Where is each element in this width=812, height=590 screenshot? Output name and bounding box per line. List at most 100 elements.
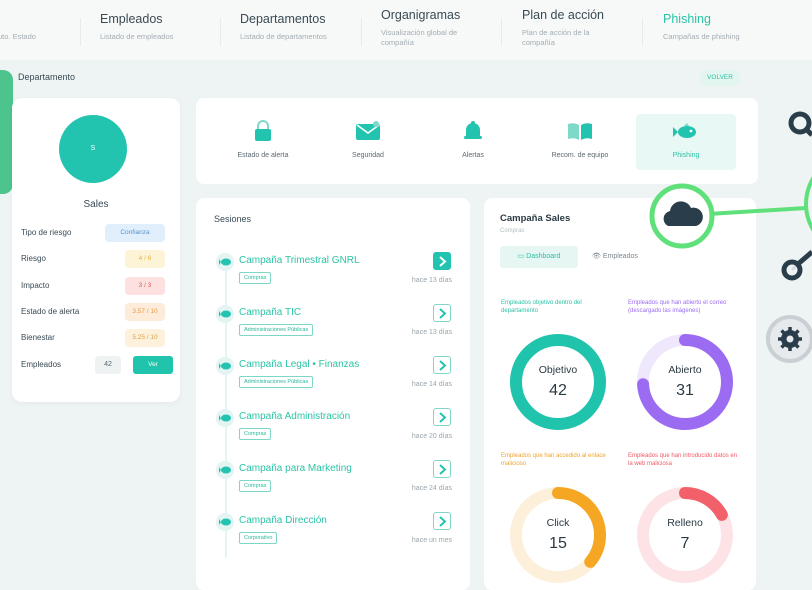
tab-employees[interactable]: 👁 Empleados — [592, 246, 638, 268]
row-label: Impacto — [21, 281, 50, 290]
eye-icon: 👁 — [592, 253, 603, 260]
employees-count: 42 — [95, 356, 121, 374]
nav-title: Departamentos — [240, 12, 326, 26]
tab-label: Empleados — [602, 253, 638, 260]
alert-state-row: Estado de alerta 3.57 / 10 — [21, 303, 171, 321]
nav-title: Phishing — [663, 12, 711, 26]
metric-value: 7 — [680, 535, 690, 552]
nav-divider — [501, 18, 502, 46]
session-item[interactable]: Campaña Administración Compras hace 20 d… — [216, 408, 456, 452]
nav-item-organigramas[interactable]: Organigramas Visualización global de com… — [381, 8, 481, 48]
session-time: hace un mes — [411, 537, 452, 544]
row-label: Empleados — [21, 360, 62, 369]
wellbeing-row: Bienestar 5.25 / 10 — [21, 329, 171, 347]
session-tag: Administraciones Públicas — [239, 324, 314, 336]
session-item[interactable]: Campaña Trimestral GNRL Compras hace 13 … — [216, 252, 456, 296]
employees-row: Empleados 42 Ver — [21, 356, 173, 374]
category-recom-equipo[interactable]: Recom. de equipo — [530, 114, 630, 170]
nav-title: Empleados — [100, 12, 163, 26]
session-name: Campaña TIC — [239, 307, 302, 318]
metric-ring-objetivo: Objetivo 42 — [508, 332, 608, 432]
nav-title: Organigramas — [381, 8, 461, 22]
avatar: S — [59, 115, 127, 183]
open-session-button[interactable] — [433, 460, 451, 478]
decorative-network-graphic — [649, 111, 812, 363]
view-employees-button[interactable]: Ver — [133, 356, 173, 374]
session-tag: Compras — [239, 480, 272, 492]
nav-divider — [220, 18, 221, 46]
session-tag: Compras — [239, 272, 272, 284]
session-name: Campaña Legal • Finanzas — [239, 359, 360, 370]
session-time: hace 13 días — [411, 329, 452, 336]
back-button[interactable]: VOLVER — [700, 70, 740, 86]
chevron-right-icon — [439, 256, 447, 267]
session-item[interactable]: Campaña Legal • Finanzas Administracione… — [216, 356, 456, 400]
open-session-button[interactable] — [433, 356, 451, 374]
chevron-right-icon — [439, 308, 447, 319]
session-time: hace 13 días — [411, 277, 452, 284]
section-label: Departamento — [18, 72, 76, 82]
nav-item-empleados[interactable]: Empleados Listado de empleados — [100, 12, 200, 42]
metric-value: 42 — [549, 382, 567, 399]
open-session-button[interactable] — [433, 408, 451, 426]
nav-divider — [80, 18, 81, 46]
open-session-button[interactable] — [433, 304, 451, 322]
campaign-title: Campaña Sales — [500, 213, 571, 224]
category-alertas[interactable]: Alertas — [423, 114, 523, 170]
chevron-right-icon — [439, 464, 447, 475]
category-estado-de-alerta[interactable]: Estado de alerta — [213, 114, 313, 170]
fish-icon — [216, 305, 234, 323]
tab-label: Dashboard — [526, 253, 561, 260]
impact-row: Impacto 3 / 3 — [21, 277, 171, 295]
top-navigation: uto. Estado Empleados Listado de emplead… — [0, 0, 812, 60]
session-time: hace 20 días — [411, 433, 452, 440]
bell-icon — [464, 121, 482, 139]
fish-icon — [216, 357, 234, 375]
risk-type-row: Tipo de riesgo Confianza — [21, 224, 171, 242]
gear-icon — [778, 327, 802, 351]
nav-item-phishing[interactable]: Phishing Campañas de phishing — [663, 12, 763, 42]
session-item[interactable]: Campaña para Marketing Compras hace 24 d… — [216, 460, 456, 504]
risk-type-badge: Confianza — [105, 224, 165, 242]
nav-subtitle: uto. Estado — [0, 32, 36, 41]
lock-icon — [255, 120, 271, 141]
row-label: Bienestar — [21, 333, 55, 342]
row-label: Estado de alerta — [21, 307, 80, 316]
nav-subtitle: Plan de acción de la compañía — [522, 28, 590, 48]
session-item[interactable]: Campaña Dirección Corporativo hace un me… — [216, 512, 456, 556]
session-name: Campaña Dirección — [239, 515, 327, 526]
wellbeing-badge: 5.25 / 10 — [125, 329, 165, 347]
metric-value: 15 — [549, 535, 567, 552]
open-session-button[interactable] — [433, 252, 451, 270]
department-name: Sales — [83, 199, 109, 210]
metric-caption: Empleados que han accedido al enlace mal… — [501, 453, 606, 467]
impact-badge: 3 / 3 — [125, 277, 165, 295]
category-seguridad[interactable]: Seguridad — [318, 114, 418, 170]
nav-title: Plan de acción — [522, 8, 605, 22]
risk-badge: 4 / 6 — [125, 250, 165, 268]
chevron-right-icon — [439, 412, 447, 423]
category-label: Alertas — [462, 152, 484, 159]
nav-divider — [361, 18, 362, 46]
nav-subtitle: Listado de departamentos — [240, 32, 327, 41]
tab-dashboard[interactable]: ▭ Dashboard — [500, 246, 578, 268]
dashboard-icon: ▭ — [517, 253, 527, 260]
fish-icon — [216, 409, 234, 427]
session-tag: Corporativo — [239, 532, 278, 544]
category-label: Estado de alerta — [237, 152, 289, 159]
fish-icon — [216, 513, 234, 531]
row-label: Tipo de riesgo — [21, 228, 72, 237]
open-session-button[interactable] — [433, 512, 451, 530]
nav-item-estado[interactable]: uto. Estado — [0, 12, 98, 42]
session-time: hace 14 días — [411, 381, 452, 388]
book-icon — [568, 123, 592, 140]
alert-state-badge: 3.57 / 10 — [125, 303, 165, 321]
metric-label: Relleno — [667, 517, 703, 529]
session-item[interactable]: Campaña TIC Administraciones Públicas ha… — [216, 304, 456, 348]
nav-item-plan-de-accion[interactable]: Plan de acción Plan de acción de la comp… — [522, 8, 612, 48]
nav-item-departamentos[interactable]: Departamentos Listado de departamentos — [240, 12, 360, 42]
category-label: Recom. de equipo — [551, 152, 609, 159]
metric-value: 31 — [676, 382, 694, 399]
session-name: Campaña Administración — [239, 411, 351, 422]
sessions-title: Sesiones — [214, 214, 252, 224]
